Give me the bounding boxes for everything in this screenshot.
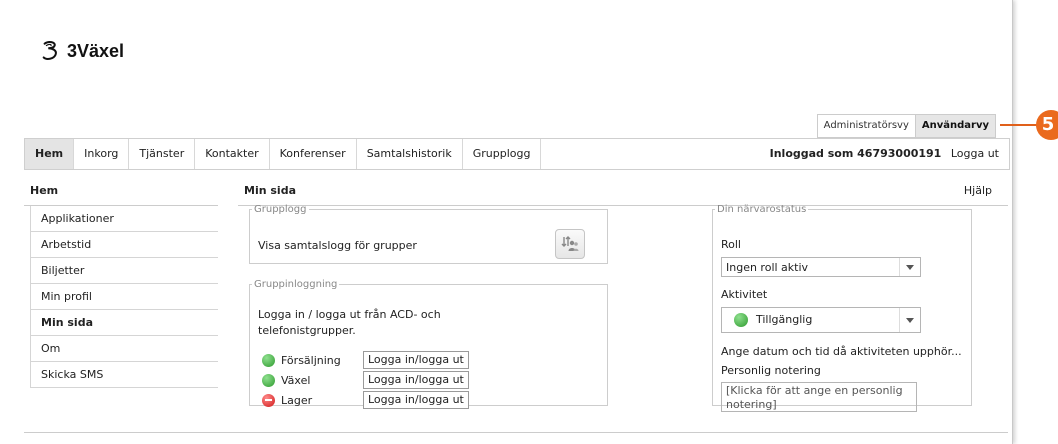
brand-name: 3Växel [67, 40, 125, 61]
logged-in-label: Inloggad som 46793000191 [769, 147, 942, 160]
sidebar-item-min-profil[interactable]: Min profil [30, 284, 218, 310]
activity-label: Aktivitet [721, 288, 768, 301]
app-page: 3Växel Administratörsvy Användarvy Hem I… [0, 0, 1013, 444]
group-row-forsaljning: Försäljning Logga in/logga ut [262, 351, 469, 369]
logout-link[interactable]: Logga ut [951, 147, 999, 160]
grupplogg-legend: Grupplogg [254, 204, 307, 215]
three-logo-icon [42, 41, 57, 60]
group-row-vaxel: Växel Logga in/logga ut [262, 371, 469, 389]
tab-konferenser[interactable]: Konferenser [270, 139, 357, 169]
sidebar-title: Hem [30, 184, 59, 197]
brand-logo: 3Växel [40, 40, 124, 62]
tab-samtalshistorik[interactable]: Samtalshistorik [357, 139, 463, 169]
page-title: Min sida [244, 184, 296, 197]
gruppinloggning-description: Logga in / logga ut från ACD- och telefo… [258, 308, 441, 337]
role-select-value: Ingen roll aktiv [726, 261, 809, 274]
group-name: Lager [281, 393, 313, 407]
main-navbar: Hem Inkorg Tjänster Kontakter Konferense… [24, 138, 1010, 170]
group-call-log-button[interactable] [555, 229, 585, 259]
status-available-icon [262, 353, 275, 367]
status-unavailable-icon [262, 393, 275, 407]
gruppinloggning-panel: Gruppinloggning Logga in / logga ut från… [249, 279, 608, 409]
help-link[interactable]: Hjälp [964, 184, 992, 197]
tab-hem[interactable]: Hem [25, 139, 75, 169]
sidebar-item-applikationer[interactable]: Applikationer [30, 206, 218, 232]
sidebar-item-biljetter[interactable]: Biljetter [30, 258, 218, 284]
group-name: Försäljning [281, 353, 341, 367]
presence-legend: Din närvarostatus [717, 204, 807, 215]
presence-panel: Din närvarostatus Roll Ingen roll aktiv … [712, 204, 972, 412]
user-view-button[interactable]: Användarvy [914, 115, 995, 137]
sidebar: Applikationer Arbetstid Biljetter Min pr… [30, 206, 218, 388]
group-row-lager: Lager Logga in/logga ut [262, 391, 469, 409]
sidebar-item-arbetstid[interactable]: Arbetstid [30, 232, 218, 258]
sidebar-item-om[interactable]: Om [30, 336, 218, 362]
grupplogg-text: Visa samtalslogg för grupper [258, 239, 417, 252]
grupplogg-panel: Grupplogg Visa samtalslogg för grupper [249, 204, 608, 264]
role-select[interactable]: Ingen roll aktiv [721, 257, 921, 277]
group-call-log-icon [561, 236, 579, 251]
tab-tjanster[interactable]: Tjänster [129, 139, 196, 169]
tab-kontakter[interactable]: Kontakter [195, 139, 270, 169]
tab-inkorg[interactable]: Inkorg [74, 139, 130, 169]
personal-note-field[interactable]: [Klicka för att ange en personlig noteri… [721, 382, 917, 412]
footer-divider [24, 432, 1008, 433]
sidebar-item-min-sida[interactable]: Min sida [30, 310, 218, 336]
note-label: Personlig notering [721, 364, 821, 377]
user-status: Inloggad som 46793000191 Logga ut [770, 139, 999, 169]
admin-view-button[interactable]: Administratörsvy [817, 115, 915, 137]
datetime-link[interactable]: Ange datum och tid då aktiviteten upphör… [721, 345, 962, 358]
chevron-down-icon [899, 258, 920, 276]
group-login-toggle-button[interactable]: Logga in/logga ut [363, 391, 469, 409]
gruppinloggning-legend: Gruppinloggning [254, 279, 338, 290]
status-available-icon [734, 313, 748, 327]
group-name: Växel [281, 373, 311, 387]
tab-grupplogg[interactable]: Grupplogg [463, 139, 542, 169]
callout-connector [1000, 124, 1040, 126]
group-login-toggle-button[interactable]: Logga in/logga ut [363, 351, 469, 369]
view-toggle: Administratörsvy Användarvy [816, 114, 996, 138]
activity-select-value: Tillgänglig [756, 313, 813, 326]
group-login-toggle-button[interactable]: Logga in/logga ut [363, 371, 469, 389]
status-available-icon [262, 373, 275, 387]
role-label: Roll [721, 238, 741, 251]
callout-badge: 5 [1036, 110, 1058, 140]
chevron-down-icon [899, 308, 920, 332]
activity-select[interactable]: Tillgänglig [721, 307, 921, 333]
sidebar-item-skicka-sms[interactable]: Skicka SMS [30, 362, 218, 388]
